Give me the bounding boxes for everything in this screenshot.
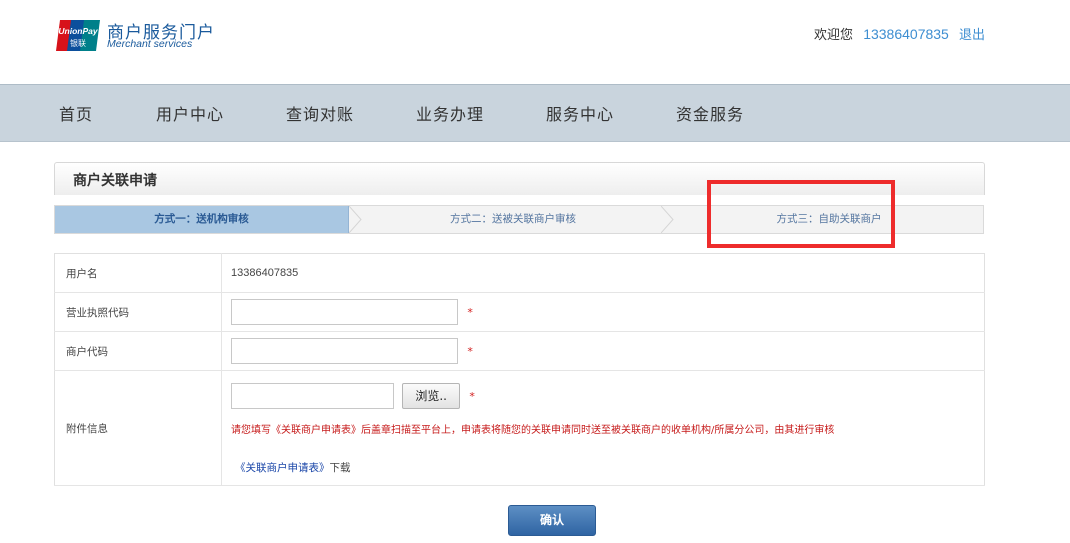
user-area: 欢迎您 13386407835 退出 xyxy=(814,24,985,43)
panel-header: 商户关联申请 xyxy=(54,162,985,195)
nav-item-service-center[interactable]: 服务中心 xyxy=(546,101,614,125)
logout-link[interactable]: 退出 xyxy=(959,28,985,43)
form-row-username: 用户名 13386407835 xyxy=(54,253,985,293)
download-suffix: 下载 xyxy=(329,462,351,474)
download-form-link[interactable]: 《关联商户申请表》 xyxy=(235,462,330,474)
username-value: 13386407835 xyxy=(221,253,985,293)
required-mark: * xyxy=(469,389,475,403)
step-chevron-icon xyxy=(349,206,362,233)
header: UnionPay 银联 商户服务门户 Merchant services 欢迎您… xyxy=(0,0,1070,84)
required-mark: * xyxy=(467,344,473,358)
attachment-notice: 请您填写《关联商户申请表》后盖章扫描至平台上，申请表将随您的关联申请同时送至被关… xyxy=(231,425,835,436)
step-chevron-icon xyxy=(661,206,674,233)
user-phone-link[interactable]: 13386407835 xyxy=(863,26,949,42)
logo-brand-en: UnionPay xyxy=(58,26,98,36)
main-nav: 首页 用户中心 查询对账 业务办理 服务中心 资金服务 xyxy=(0,84,1070,142)
merchant-code-label: 商户代码 xyxy=(54,331,222,371)
merchant-code-input[interactable] xyxy=(231,338,458,364)
page-title: 商户关联申请 xyxy=(73,173,157,189)
nav-item-user-center[interactable]: 用户中心 xyxy=(156,101,224,125)
merchant-code-cell: * xyxy=(221,331,985,371)
username-label: 用户名 xyxy=(54,253,222,293)
form-row-license: 营业执照代码 * xyxy=(54,292,985,332)
license-code-input[interactable] xyxy=(231,299,458,325)
step-tab-method-1[interactable]: 方式一：送机构审核 xyxy=(55,206,349,233)
nav-item-home[interactable]: 首页 xyxy=(59,101,93,125)
browse-button[interactable]: 浏览.. xyxy=(402,383,460,409)
association-form: 用户名 13386407835 营业执照代码 * 商户代码 * 附件信息 浏览.… xyxy=(54,253,985,486)
method-steps: 方式一：送机构审核 方式二：送被关联商户审核 方式三：自助关联商户 xyxy=(54,205,984,234)
form-row-merchant-code: 商户代码 * xyxy=(54,331,985,371)
confirm-button[interactable]: 确认 xyxy=(508,505,596,536)
attachment-file-input[interactable] xyxy=(231,383,394,409)
step-tab-method-3[interactable]: 方式三：自助关联商户 xyxy=(675,206,983,233)
required-mark: * xyxy=(467,305,473,319)
attachment-cell: 浏览.. * 请您填写《关联商户申请表》后盖章扫描至平台上，申请表将随您的关联申… xyxy=(221,370,985,486)
unionpay-logo-icon: UnionPay 银联 xyxy=(56,20,100,51)
form-row-attachment: 附件信息 浏览.. * 请您填写《关联商户申请表》后盖章扫描至平台上，申请表将随… xyxy=(54,370,985,486)
attachment-label: 附件信息 xyxy=(54,370,222,486)
nav-item-funds[interactable]: 资金服务 xyxy=(676,101,744,125)
welcome-text: 欢迎您 xyxy=(814,28,854,43)
license-label: 营业执照代码 xyxy=(54,292,222,332)
logo-brand-cn: 银联 xyxy=(70,38,86,48)
unionpay-logo[interactable]: UnionPay 银联 商户服务门户 Merchant services xyxy=(54,18,214,54)
nav-item-query[interactable]: 查询对账 xyxy=(286,101,354,125)
nav-item-business[interactable]: 业务办理 xyxy=(416,101,484,125)
logo-subtitle: Merchant services xyxy=(107,38,193,50)
license-cell: * xyxy=(221,292,985,332)
step-tab-method-2[interactable]: 方式二：送被关联商户审核 xyxy=(363,206,663,233)
